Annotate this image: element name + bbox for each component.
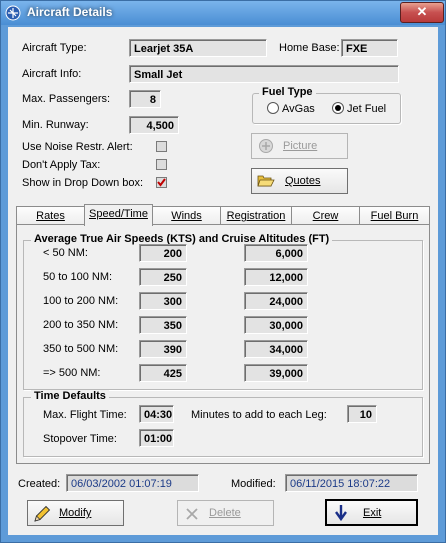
speed-field[interactable]: 300 (139, 292, 187, 310)
tab-rates[interactable]: Rates (16, 206, 85, 226)
tab-winds[interactable]: Winds (152, 206, 221, 226)
speed-row-label: 200 to 350 NM: (43, 319, 119, 331)
noise-alert-label: Use Noise Restr. Alert: (22, 141, 133, 153)
altitude-field[interactable]: 34,000 (244, 340, 308, 358)
avgas-label: AvGas (282, 103, 315, 115)
altitude-field[interactable]: 30,000 (244, 316, 308, 334)
speed-row-label: => 500 NM: (43, 367, 101, 379)
exit-arrow-icon (335, 505, 347, 522)
window-client-area: Aircraft Type: Learjet 35A Home Base: FX… (8, 27, 438, 535)
max-passengers-label: Max. Passengers: (22, 93, 111, 105)
altitude-field[interactable]: 12,000 (244, 268, 308, 286)
pencil-icon (34, 505, 51, 522)
altitude-field[interactable]: 6,000 (244, 244, 308, 262)
picture-button[interactable]: Picture (251, 133, 348, 159)
max-flight-time-field[interactable]: 04:30 (139, 405, 174, 423)
exit-button[interactable]: Exit (325, 499, 418, 526)
stopover-time-label: Stopover Time: (43, 433, 117, 445)
modify-button-label: Modify (59, 507, 92, 519)
speed-row-label: < 50 NM: (43, 247, 88, 259)
speed-time-panel: Average True Air Speeds (KTS) and Cruise… (16, 224, 430, 464)
speed-field[interactable]: 200 (139, 244, 187, 262)
modify-button[interactable]: Modify (27, 500, 124, 526)
aircraft-info-label: Aircraft Info: (22, 68, 82, 80)
modified-field[interactable]: 06/11/2015 18:07:22 (285, 474, 418, 492)
delete-button-label: Delete (209, 507, 241, 519)
speed-row-label: 100 to 200 NM: (43, 295, 119, 307)
aircraft-type-field[interactable]: Learjet 35A (129, 39, 267, 57)
quotes-button-label: Quotes (285, 175, 321, 187)
show-dropdown-label: Show in Drop Down box: (22, 177, 144, 189)
tab-speed-time[interactable]: Speed/Time (84, 204, 153, 226)
max-flight-time-label: Max. Flight Time: (43, 409, 127, 421)
max-passengers-field[interactable]: 8 (129, 90, 161, 108)
dont-apply-tax-checkbox[interactable] (156, 159, 167, 170)
minutes-per-leg-field[interactable]: 10 (347, 405, 377, 423)
title-bar[interactable]: Aircraft Details ✕ (1, 1, 445, 25)
min-runway-field[interactable]: 4,500 (129, 116, 179, 134)
jet-fuel-radio[interactable] (332, 102, 344, 114)
quotes-button[interactable]: Quotes (251, 168, 348, 194)
altitude-field[interactable]: 24,000 (244, 292, 308, 310)
check-mark-icon (157, 178, 166, 187)
noise-alert-checkbox[interactable] (156, 141, 167, 152)
speed-field[interactable]: 390 (139, 340, 187, 358)
tab-fuel-burn[interactable]: Fuel Burn (359, 206, 430, 226)
aircraft-details-window: Aircraft Details ✕ Aircraft Type: Learje… (0, 0, 446, 543)
modified-label: Modified: (231, 478, 276, 490)
home-base-label: Home Base: (279, 42, 340, 54)
show-dropdown-checkbox[interactable] (156, 177, 167, 188)
picture-button-label: Picture (283, 140, 318, 152)
folder-open-icon (257, 175, 275, 187)
tab-registration[interactable]: Registration (220, 206, 292, 226)
window-title: Aircraft Details (27, 5, 113, 19)
picture-icon (259, 139, 273, 153)
delete-x-icon (186, 508, 198, 520)
altitude-field[interactable]: 39,000 (244, 364, 308, 382)
fuel-type-title: Fuel Type (259, 86, 316, 98)
exit-button-label: Exit (363, 506, 382, 519)
avgas-radio[interactable] (267, 102, 279, 114)
close-button[interactable]: ✕ (400, 2, 444, 23)
created-label: Created: (18, 478, 61, 490)
speed-row-label: 50 to 100 NM: (43, 271, 113, 283)
minutes-per-leg-label: Minutes to add to each Leg: (191, 409, 327, 421)
time-defaults-title: Time Defaults (31, 390, 109, 402)
created-field[interactable]: 06/03/2002 01:07:19 (66, 474, 199, 492)
home-base-field[interactable]: FXE (341, 39, 398, 57)
tab-crew[interactable]: Crew (291, 206, 360, 226)
dont-apply-tax-label: Don't Apply Tax: (22, 159, 101, 171)
stopover-time-field[interactable]: 01:00 (139, 429, 174, 447)
delete-button[interactable]: Delete (177, 500, 274, 526)
speed-field[interactable]: 350 (139, 316, 187, 334)
min-runway-label: Min. Runway: (22, 119, 89, 131)
aircraft-info-field[interactable]: Small Jet (129, 65, 399, 83)
speed-row-label: 350 to 500 NM: (43, 343, 119, 355)
speed-field[interactable]: 250 (139, 268, 187, 286)
app-globe-icon[interactable] (5, 5, 21, 21)
aircraft-type-label: Aircraft Type: (22, 42, 87, 54)
speed-field[interactable]: 425 (139, 364, 187, 382)
jet-fuel-label: Jet Fuel (347, 103, 387, 115)
